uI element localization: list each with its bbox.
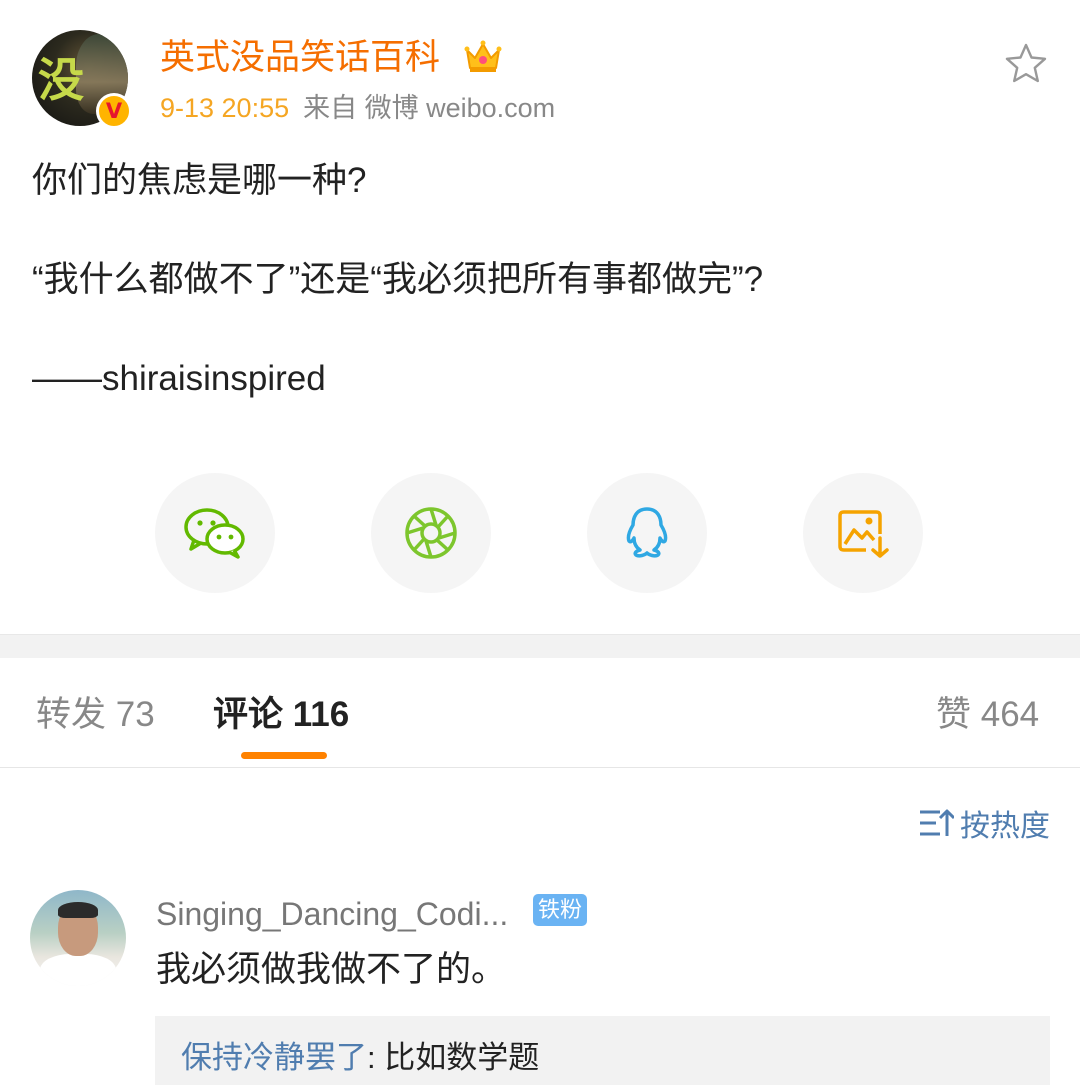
tab-repost[interactable]: 转发 73 [36,690,155,740]
tab-like[interactable]: 赞 464 [936,690,1039,740]
share-qq-button[interactable] [587,473,707,593]
crown-icon [464,40,502,72]
post-meta: 9-13 20:55 来自 微博 weibo.com [160,88,555,128]
share-wechat-button[interactable] [155,473,275,593]
post-time: 9-13 20:55 [160,93,290,123]
reply-line: 保持冷静罢了: 比如数学题 [181,1036,539,1080]
section-divider [0,634,1080,658]
post-line: “我什么都做不了”还是“我必须把所有事都做完”? [32,260,764,299]
sort-icon [920,809,954,836]
commenter-name[interactable]: Singing_Dancing_Codi... [156,892,508,936]
avatar-text: 没 [38,53,84,107]
share-moments-button[interactable] [371,473,491,593]
active-tab-indicator [241,752,327,759]
commenter-avatar[interactable] [30,890,126,986]
wechat-icon [184,508,245,559]
save-image-button[interactable] [803,473,923,593]
author-name[interactable]: 英式没品笑话百科 [160,34,440,82]
post-content: 你们的焦虑是哪一种? “我什么都做不了”还是“我必须把所有事都做完”? ——sh… [32,156,763,453]
tab-comment[interactable]: 评论 116 [213,690,349,740]
tabs-divider [0,767,1080,768]
post-source: 来自 微博 weibo.com [303,93,556,123]
qq-icon [626,507,668,558]
reply-text: 比如数学题 [384,1040,540,1075]
reply-preview[interactable]: 保持冷静罢了: 比如数学题 [155,1016,1050,1085]
post-line: 你们的焦虑是哪一种? [32,161,367,200]
sort-label: 按热度 [960,810,1050,843]
sort-toggle[interactable]: 按热度 [918,802,1050,844]
fan-badge: 铁粉 [533,894,588,926]
comment-text: 我必须做我做不了的。 [156,950,507,989]
verified-badge-icon: V [96,93,132,129]
reply-user[interactable]: 保持冷静罢了 [181,1040,367,1075]
post-line: ——shiraisinspired [32,359,326,398]
reply-separator: : [367,1040,385,1075]
save-image-icon [838,510,889,558]
moments-icon [405,507,457,559]
favorite-star-icon[interactable] [1004,42,1048,84]
